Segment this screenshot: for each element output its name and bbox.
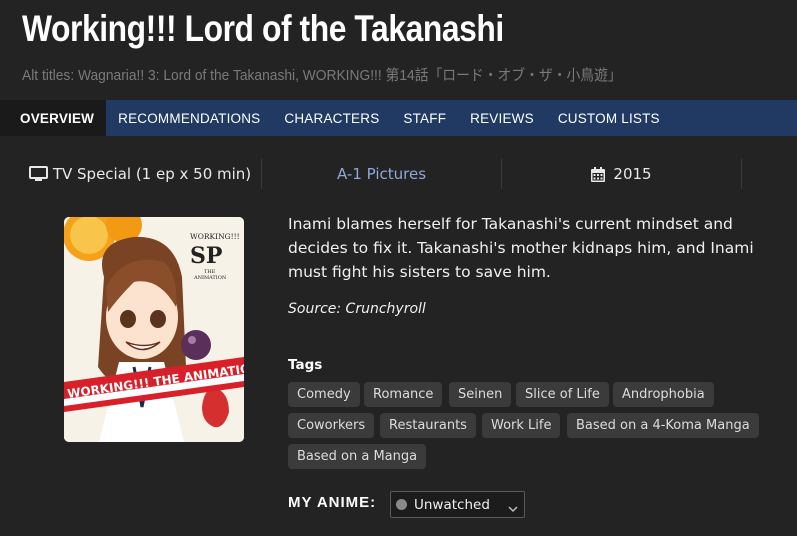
- page-title: Working!!! Lord of the Takanashi: [22, 8, 504, 49]
- tab-overview[interactable]: OVERVIEW: [0, 100, 107, 136]
- cover-brand-line1: WORKING!!!: [190, 232, 240, 241]
- tags-heading: Tags: [288, 357, 323, 373]
- synopsis-source: Source: Crunchyroll: [288, 301, 426, 317]
- tag-restaurants[interactable]: Restaurants: [380, 413, 476, 438]
- tag-based-on-manga[interactable]: Based on a Manga: [288, 444, 427, 469]
- info-row: TV Special (1 ep x 50 min) A-1 Pictures …: [0, 157, 797, 191]
- tab-characters[interactable]: CHARACTERS: [272, 100, 391, 136]
- tag-based-on-4-koma-manga[interactable]: Based on a 4-Koma Manga: [567, 413, 759, 438]
- cover-image: WORKING!!! SP THE ANIMATION WORKING!!! T…: [64, 217, 244, 442]
- tag-work-life[interactable]: Work Life: [482, 413, 561, 438]
- tag-slice-of-life[interactable]: Slice of Life: [516, 382, 609, 407]
- tab-reviews[interactable]: REVIEWS: [458, 100, 546, 136]
- status-dot-icon: [396, 499, 407, 510]
- tab-custom-lists[interactable]: CUSTOM LISTS: [546, 100, 672, 136]
- chevron-down-icon: [508, 499, 518, 518]
- studio-link[interactable]: A-1 Pictures: [262, 157, 501, 191]
- release-year-label: 2015: [613, 165, 652, 183]
- tag-comedy[interactable]: Comedy: [288, 382, 360, 407]
- tag-romance[interactable]: Romance: [364, 382, 443, 407]
- watch-status-value: Unwatched: [414, 496, 490, 513]
- release-year: 2015: [502, 157, 741, 191]
- tag-androphobia[interactable]: Androphobia: [613, 382, 714, 407]
- tab-navigation: OVERVIEW RECOMMENDATIONS CHARACTERS STAF…: [0, 100, 797, 136]
- watch-status-select[interactable]: Unwatched: [390, 491, 525, 518]
- tab-staff[interactable]: STAFF: [391, 100, 458, 136]
- tag-coworkers[interactable]: Coworkers: [288, 413, 375, 438]
- info-divider: [741, 159, 742, 189]
- tv-icon: [28, 166, 48, 182]
- alt-titles: Alt titles: Wagnaria!! 3: Lord of the Ta…: [22, 67, 622, 84]
- synopsis-text: Inami blames herself for Takanashi's cur…: [288, 215, 754, 281]
- tag-seinen[interactable]: Seinen: [449, 382, 512, 407]
- media-type: TV Special (1 ep x 50 min): [20, 157, 260, 191]
- cover-brand-line2: SP: [190, 243, 222, 269]
- calendar-icon: [591, 166, 606, 182]
- media-type-label: TV Special (1 ep x 50 min): [52, 165, 252, 183]
- my-anime-label: MY ANIME:: [288, 494, 377, 511]
- tab-recommendations[interactable]: RECOMMENDATIONS: [106, 100, 272, 136]
- cover-brand-line4: ANIMATION: [193, 275, 227, 281]
